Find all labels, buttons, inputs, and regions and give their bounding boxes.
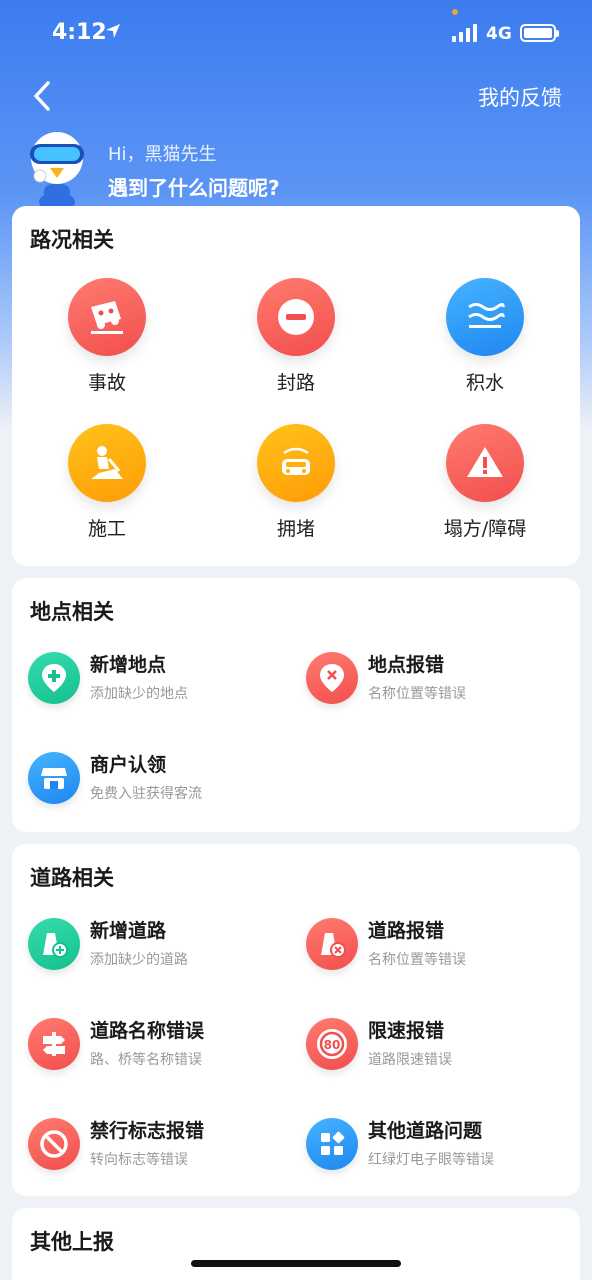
grid-item-water[interactable]: 积水 [390, 278, 580, 395]
item-title: 限速报错 [368, 1020, 445, 1042]
list-item-speed-limit-error[interactable]: 80 限速报错 道路限速错误 [306, 1016, 576, 1076]
cellular-signal-icon [452, 24, 477, 42]
item-title: 禁行标志报错 [90, 1120, 205, 1142]
add-place-icon [28, 652, 80, 704]
location-arrow-icon [106, 24, 120, 38]
item-subtitle: 红绿灯电子眼等错误 [368, 1152, 494, 1168]
speed-limit-icon: 80 [306, 1018, 358, 1070]
list-item-add-place[interactable]: 新增地点 添加缺少的地点 [28, 650, 298, 710]
mascot-avatar [30, 132, 84, 212]
item-subtitle: 转向标志等错误 [90, 1152, 188, 1168]
place-error-icon [306, 652, 358, 704]
grid-item-road-closed[interactable]: 封路 [201, 278, 391, 395]
item-title: 道路报错 [368, 920, 445, 942]
item-subtitle: 免费入驻获得客流 [90, 786, 202, 802]
item-subtitle: 添加缺少的地点 [90, 686, 188, 702]
grid-item-collapse-obstacle[interactable]: 塌方/障碍 [390, 424, 580, 541]
back-chevron-icon[interactable] [28, 78, 58, 114]
add-road-icon [28, 918, 80, 970]
home-indicator[interactable] [191, 1260, 401, 1267]
item-title: 其他道路问题 [368, 1120, 483, 1142]
grid-item-label: 封路 [276, 372, 315, 394]
item-subtitle: 名称位置等错误 [368, 686, 466, 702]
list-item-place-error[interactable]: 地点报错 名称位置等错误 [306, 650, 576, 710]
list-item-merchant-claim[interactable]: 商户认领 免费入驻获得客流 [28, 750, 298, 810]
status-time: 4:12 [52, 20, 107, 45]
road-error-icon [306, 918, 358, 970]
place-card: 地点相关 新增地点 添加缺少的地点 地点报错 名称位置等错误 商户认领 免费入驻… [12, 578, 580, 832]
grid-item-label: 积水 [465, 372, 504, 394]
item-title: 新增道路 [90, 920, 167, 942]
other-card: 其他上报 [12, 1208, 580, 1280]
construction-icon [68, 424, 146, 502]
grid-item-accident[interactable]: 事故 [12, 278, 202, 395]
list-item-road-name-error[interactable]: 道路名称错误 路、桥等名称错误 [28, 1016, 298, 1076]
grid-item-label: 拥堵 [276, 518, 315, 540]
list-item-road-error[interactable]: 道路报错 名称位置等错误 [306, 916, 576, 976]
question-text: 遇到了什么问题呢? [108, 176, 280, 200]
status-bar: 4:12 4G [0, 0, 592, 64]
item-title: 道路名称错误 [90, 1020, 205, 1042]
grid-item-label: 施工 [87, 518, 126, 540]
grid-item-traffic-jam[interactable]: 拥堵 [201, 424, 391, 541]
more-apps-icon [306, 1118, 358, 1170]
section-title-place: 地点相关 [30, 600, 114, 624]
road-closed-icon [257, 278, 335, 356]
item-title: 新增地点 [90, 654, 167, 676]
item-subtitle: 名称位置等错误 [368, 952, 466, 968]
list-item-add-road[interactable]: 新增道路 添加缺少的道路 [28, 916, 298, 976]
item-subtitle: 添加缺少的道路 [90, 952, 188, 968]
battery-icon [520, 24, 559, 42]
section-title-road: 道路相关 [30, 866, 114, 890]
warning-icon [446, 424, 524, 502]
road-card: 道路相关 新增道路 添加缺少的道路 道路报错 名称位置等错误 道路名称错误 路、… [12, 844, 580, 1196]
no-entry-icon [28, 1118, 80, 1170]
list-item-no-entry-error[interactable]: 禁行标志报错 转向标志等错误 [28, 1116, 298, 1176]
list-item-other-road-issues[interactable]: 其他道路问题 红绿灯电子眼等错误 [306, 1116, 576, 1176]
item-title: 商户认领 [90, 754, 167, 776]
signpost-icon [28, 1018, 80, 1070]
item-subtitle: 道路限速错误 [368, 1052, 452, 1068]
accident-car-icon [68, 278, 146, 356]
section-title-road-conditions: 路况相关 [30, 228, 114, 252]
store-icon [28, 752, 80, 804]
item-subtitle: 路、桥等名称错误 [90, 1052, 202, 1068]
greeting-text: Hi，黑猫先生 [108, 144, 217, 165]
item-title: 地点报错 [368, 654, 445, 676]
my-feedback-link[interactable]: 我的反馈 [478, 82, 562, 112]
network-type: 4G [486, 24, 512, 44]
water-icon [446, 278, 524, 356]
section-title-other: 其他上报 [30, 1230, 114, 1254]
speed-limit-badge: 80 [324, 1038, 341, 1052]
privacy-indicator [452, 9, 458, 15]
road-conditions-card: 路况相关 事故 封路 积水 施工 拥堵 塌方/障碍 [12, 206, 580, 566]
traffic-jam-icon [257, 424, 335, 502]
grid-item-construction[interactable]: 施工 [12, 424, 202, 541]
grid-item-label: 塌方/障碍 [443, 518, 527, 540]
grid-item-label: 事故 [87, 372, 126, 394]
